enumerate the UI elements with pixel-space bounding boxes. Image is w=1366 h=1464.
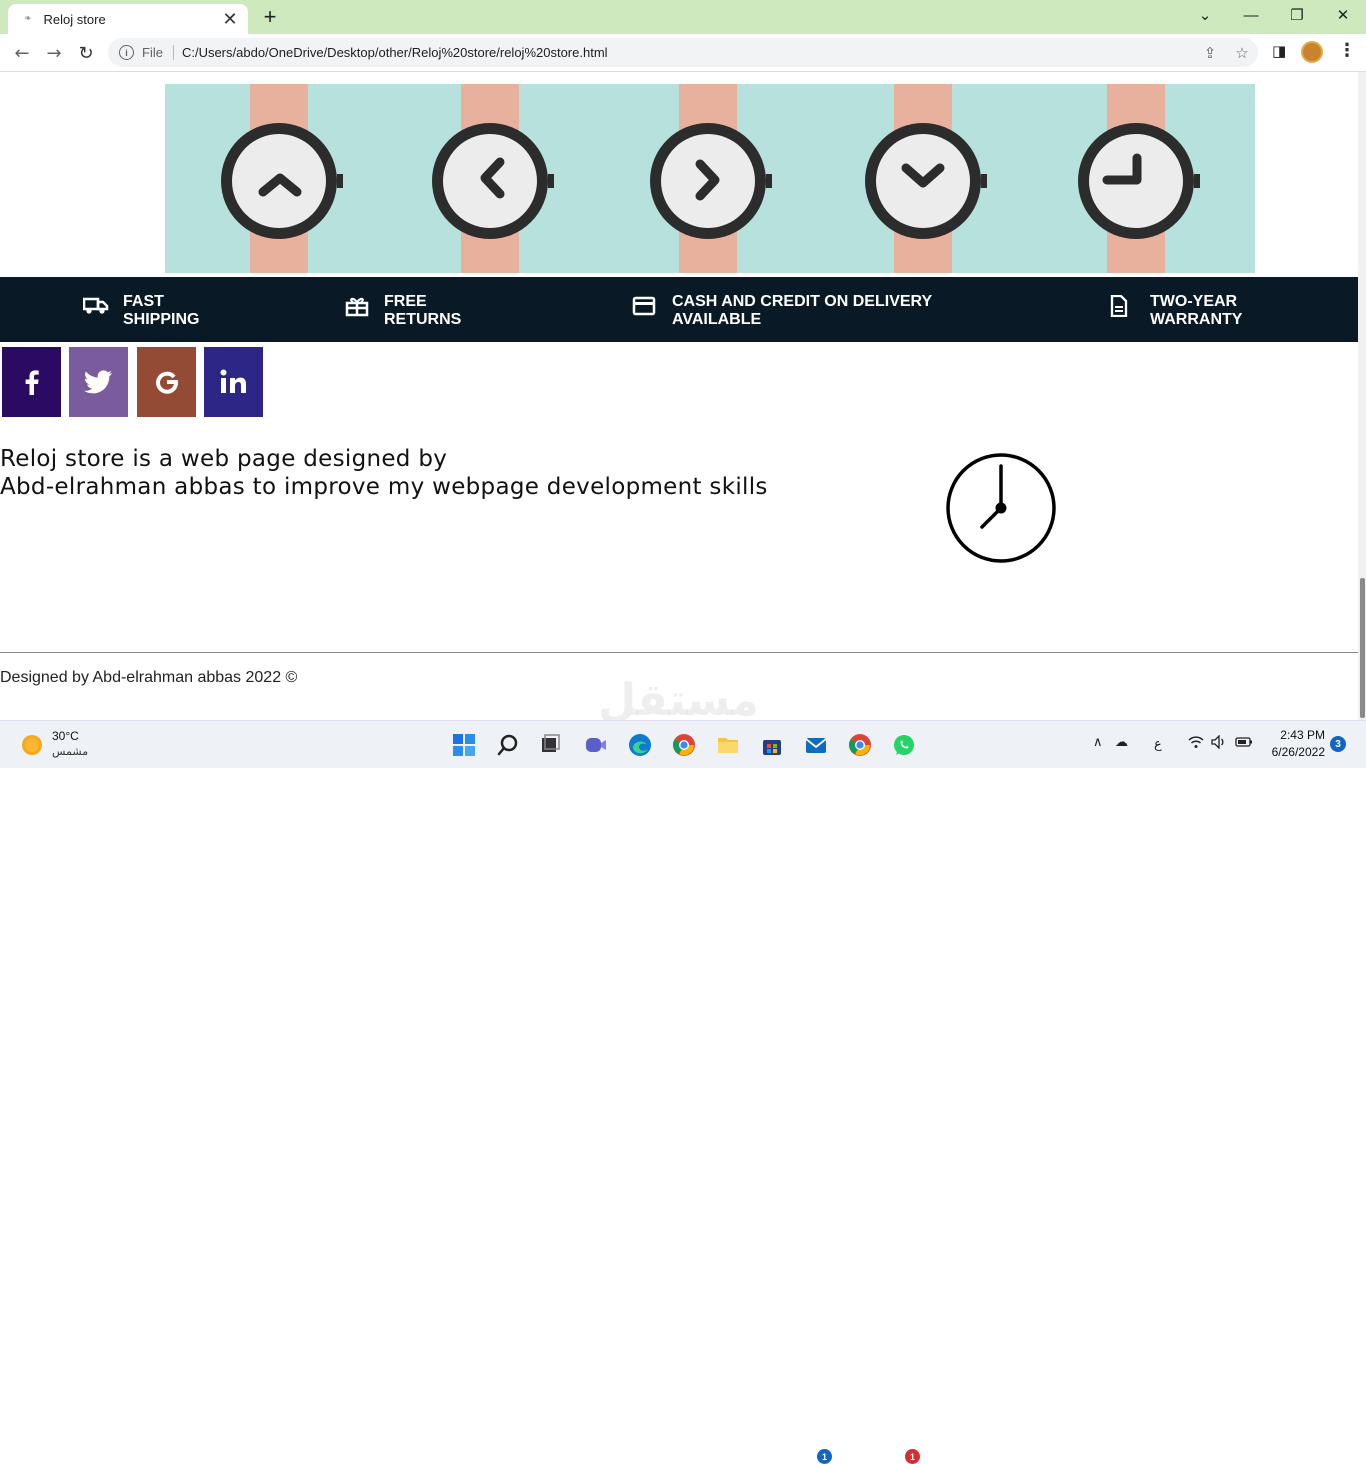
- weather-temperature[interactable]: 30°C: [52, 729, 79, 743]
- whatsapp-icon[interactable]: [890, 731, 918, 759]
- share-icon[interactable]: ⇪: [1194, 44, 1226, 62]
- linkedin-icon: [220, 369, 246, 393]
- feature-cash-credit: CASH AND CREDIT ON DELIVERY AVAILABLE: [632, 293, 932, 329]
- facebook-icon: [25, 370, 39, 395]
- side-panel-icon[interactable]: ◨: [1272, 42, 1286, 60]
- twitter-button[interactable]: [69, 347, 128, 417]
- about-text: Reloj store is a web page designed by Ab…: [0, 445, 768, 501]
- minimize-button[interactable]: —: [1228, 0, 1274, 30]
- new-tab-button[interactable]: +: [258, 4, 282, 30]
- credit-card-icon: [632, 296, 656, 316]
- profile-avatar[interactable]: [1301, 41, 1323, 63]
- feature-line1: FREE: [384, 293, 427, 310]
- about-line1: Reloj store is a web page designed by: [0, 446, 448, 472]
- file-favicon-icon: ❧: [24, 14, 32, 24]
- windows-start-icon[interactable]: [450, 731, 478, 759]
- feature-line2: AVAILABLE: [672, 311, 762, 328]
- feature-line1: TWO-YEAR: [1150, 293, 1238, 310]
- feature-line1: CASH AND CREDIT ON DELIVERY: [672, 293, 933, 310]
- chrome-profile-icon[interactable]: [846, 731, 874, 759]
- web-page: FAST SHIPPING FREE RETURNS CASH AND CRED…: [0, 72, 1358, 720]
- weather-sun-icon[interactable]: [18, 731, 46, 759]
- clock-icon: [946, 453, 1056, 563]
- watermark-text: مستقل: [598, 675, 759, 720]
- address-bar[interactable]: i File C:/Users/abdo/OneDrive/Desktop/ot…: [108, 38, 1258, 67]
- taskbar: 1 1 ∧ ☁ ع 3: [0, 720, 1366, 1464]
- feature-line1: FAST: [123, 293, 164, 310]
- system-time[interactable]: 2:43 PM: [1270, 728, 1325, 742]
- back-arrow-icon[interactable]: ←: [8, 39, 36, 67]
- bookmark-star-icon[interactable]: ☆: [1226, 44, 1258, 62]
- watch-image: [432, 84, 554, 273]
- gift-icon: [345, 297, 369, 317]
- info-icon[interactable]: i: [119, 45, 134, 60]
- mail-badge: 1: [817, 1449, 832, 1464]
- onedrive-cloud-icon[interactable]: ☁: [1115, 735, 1128, 750]
- watch-image: [221, 84, 343, 273]
- system-date[interactable]: 6/26/2022: [1262, 745, 1325, 759]
- watch-image: [1078, 84, 1200, 273]
- battery-icon[interactable]: [1235, 736, 1253, 752]
- scrollbar-thumb[interactable]: [1360, 578, 1365, 718]
- store-icon[interactable]: [758, 731, 786, 759]
- mail-icon[interactable]: [802, 731, 830, 759]
- browser-tab[interactable]: ❧ Reloj store ✕: [8, 4, 248, 34]
- document-icon: [1110, 295, 1128, 317]
- url-text[interactable]: C:/Users/abdo/OneDrive/Desktop/other/Rel…: [182, 45, 1194, 60]
- restore-button[interactable]: ❐: [1274, 0, 1320, 30]
- truck-icon: [83, 297, 109, 314]
- reload-icon[interactable]: ↻: [72, 39, 100, 67]
- tab-title: Reloj store: [43, 11, 106, 27]
- feature-line2: WARRANTY: [1150, 311, 1243, 328]
- features-bar: FAST SHIPPING FREE RETURNS CASH AND CRED…: [0, 277, 1358, 342]
- menu-kebab-icon[interactable]: ⋮: [1338, 40, 1356, 61]
- chrome-icon[interactable]: [670, 731, 698, 759]
- linkedin-button[interactable]: [204, 347, 263, 417]
- close-window-button[interactable]: ✕: [1320, 0, 1366, 30]
- file-explorer-icon[interactable]: [714, 731, 742, 759]
- watches-banner: [165, 84, 1255, 273]
- chat-icon[interactable]: [582, 731, 610, 759]
- google-button[interactable]: [137, 347, 196, 417]
- search-icon[interactable]: [494, 731, 522, 759]
- wifi-icon[interactable]: [1188, 735, 1204, 753]
- feature-line2: RETURNS: [384, 311, 462, 328]
- volume-icon[interactable]: [1211, 734, 1227, 753]
- feature-line2: SHIPPING: [123, 311, 200, 328]
- url-scheme: File: [142, 45, 174, 60]
- google-icon: [155, 371, 178, 394]
- whatsapp-badge: 1: [905, 1449, 920, 1464]
- tab-search-chevron-icon[interactable]: ⌄: [1182, 0, 1228, 30]
- twitter-icon: [83, 370, 112, 394]
- watch-image: [650, 84, 772, 273]
- facebook-button[interactable]: [2, 347, 61, 417]
- edge-browser-icon[interactable]: [626, 731, 654, 759]
- footer-divider: [0, 652, 1358, 653]
- feature-warranty: TWO-YEAR WARRANTY: [1110, 293, 1242, 329]
- close-tab-icon[interactable]: ✕: [218, 9, 242, 30]
- weather-description[interactable]: مشمس: [52, 745, 88, 758]
- forward-arrow-icon[interactable]: →: [40, 39, 68, 67]
- browser-toolbar: ← → ↻ i File C:/Users/abdo/OneDrive/Desk…: [0, 34, 1366, 72]
- about-line2: Abd-elrahman abbas to improve my webpage…: [0, 474, 768, 500]
- feature-free-returns: FREE RETURNS: [344, 293, 461, 329]
- language-indicator[interactable]: ع: [1154, 737, 1162, 752]
- footer-text: Designed by Abd-elrahman abbas 2022 ©: [0, 669, 298, 686]
- task-view-icon[interactable]: [536, 731, 564, 759]
- watch-image: [865, 84, 987, 273]
- browser-tab-bar: ❧ Reloj store ✕ + ⌄ — ❐ ✕: [0, 0, 1366, 34]
- show-hidden-icons-chevron-icon[interactable]: ∧: [1093, 735, 1103, 750]
- feature-fast-shipping: FAST SHIPPING: [83, 293, 199, 329]
- notification-count-badge[interactable]: 3: [1330, 736, 1346, 752]
